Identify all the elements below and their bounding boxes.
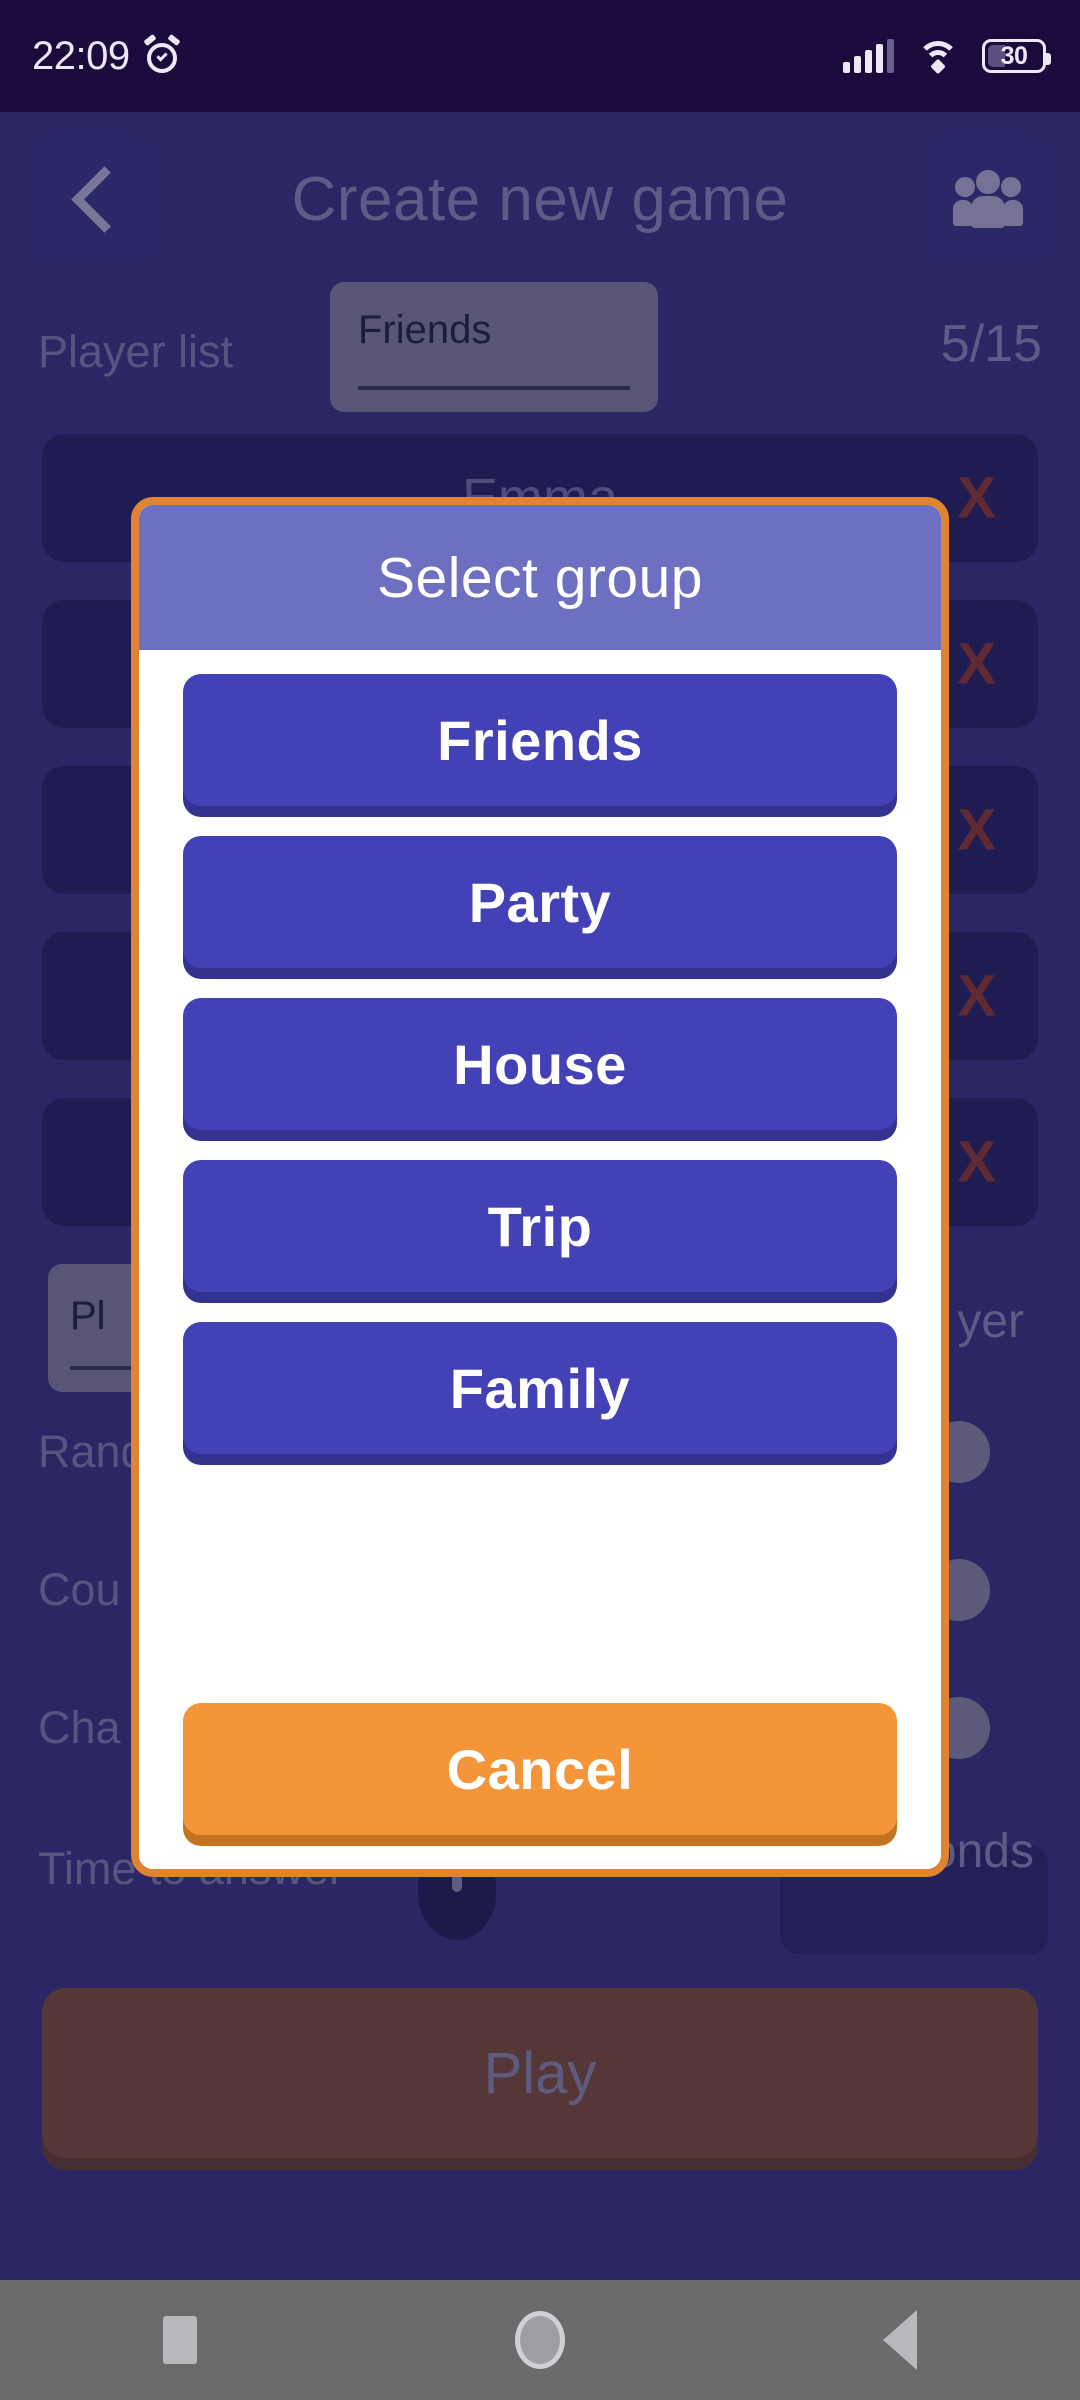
select-group-dialog: Select group Friends Party House Trip Fa… xyxy=(131,497,949,1877)
setting-label: Cou xyxy=(38,1564,121,1615)
battery-level: 30 xyxy=(1000,41,1028,70)
group-option-label: House xyxy=(453,1032,627,1096)
remove-player-icon[interactable]: X xyxy=(957,1129,996,1196)
group-option-label: Friends xyxy=(437,708,643,772)
alarm-clock-icon xyxy=(143,33,181,74)
group-option-label: Trip xyxy=(487,1194,593,1258)
group-select-value: Friends xyxy=(358,308,492,352)
wifi-icon xyxy=(916,39,960,75)
group-option-house[interactable]: House xyxy=(183,998,897,1130)
dialog-body: Friends Party House Trip Family xyxy=(139,650,941,1703)
remove-player-icon[interactable]: X xyxy=(957,631,996,698)
circle-home-icon xyxy=(515,2311,565,2369)
triangle-back-icon xyxy=(883,2310,917,2370)
group-option-party[interactable]: Party xyxy=(183,836,897,968)
chevron-left-icon xyxy=(73,164,113,234)
status-time: 22:09 xyxy=(32,33,130,78)
status-bar-left: 22:09 xyxy=(32,33,181,79)
group-option-label: Family xyxy=(449,1356,631,1420)
play-button-label: Play xyxy=(483,2040,597,2106)
setting-label: Rand xyxy=(38,1426,146,1477)
group-select-dropdown[interactable]: Friends xyxy=(330,282,658,412)
player-list-label: Player list xyxy=(38,326,234,377)
app-header: Create new game xyxy=(0,124,1080,274)
remove-player-icon[interactable]: X xyxy=(957,465,996,532)
play-button[interactable]: Play xyxy=(42,1988,1038,2158)
page-title: Create new game xyxy=(291,164,789,234)
remove-player-icon[interactable]: X xyxy=(957,797,996,864)
android-navigation-bar xyxy=(0,2280,1080,2400)
manage-groups-button[interactable] xyxy=(925,133,1050,265)
square-recents-icon xyxy=(163,2316,197,2364)
battery-icon: 30 xyxy=(982,39,1051,73)
dialog-header: Select group xyxy=(139,505,941,650)
player-list-row: Player list Friends 5/15 xyxy=(0,282,1080,422)
add-player-button[interactable]: yer xyxy=(957,1294,1024,1349)
people-group-icon xyxy=(952,170,1023,228)
app-screen: Create new game Player list Friends 5/15… xyxy=(0,0,1080,2400)
player-count: 5/15 xyxy=(940,315,1042,373)
back-button[interactable] xyxy=(30,133,155,265)
setting-label: Cha xyxy=(38,1702,121,1753)
status-bar: 22:09 30 xyxy=(0,0,1080,112)
dialog-title: Select group xyxy=(376,545,704,610)
group-option-trip[interactable]: Trip xyxy=(183,1160,897,1292)
cancel-button[interactable]: Cancel xyxy=(183,1703,897,1835)
dialog-footer: Cancel xyxy=(139,1703,941,1869)
home-button[interactable] xyxy=(465,2280,615,2400)
group-option-friends[interactable]: Friends xyxy=(183,674,897,806)
group-option-label: Party xyxy=(468,870,612,934)
group-option-family[interactable]: Family xyxy=(183,1322,897,1454)
recents-button[interactable] xyxy=(105,2280,255,2400)
cancel-button-label: Cancel xyxy=(446,1737,634,1801)
remove-player-icon[interactable]: X xyxy=(957,963,996,1030)
group-select-underline xyxy=(358,386,630,390)
add-player-input-value: Pl xyxy=(70,1294,106,1338)
cellular-signal-icon xyxy=(843,39,894,73)
status-bar-right: 30 xyxy=(843,39,1051,75)
add-player-underline xyxy=(70,1366,140,1370)
back-button[interactable] xyxy=(825,2280,975,2400)
